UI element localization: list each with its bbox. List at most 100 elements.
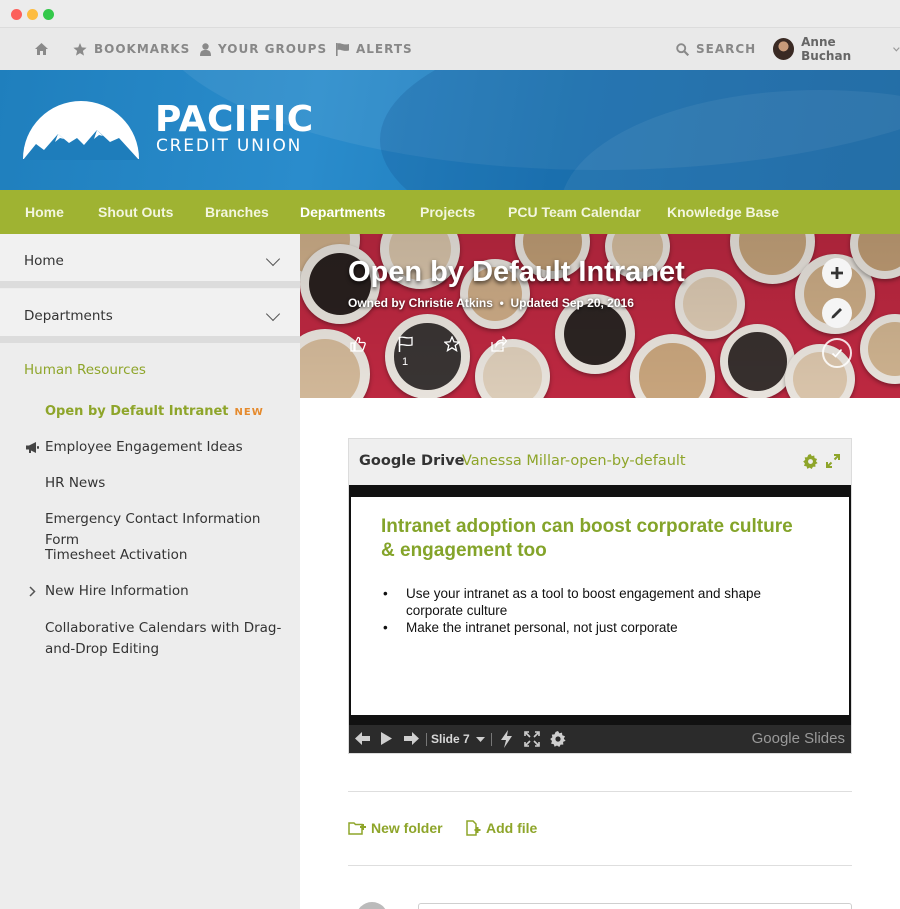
flag-icon [336,42,349,56]
home-icon [35,43,48,55]
sidebar-item-label: Open by Default Intranet [45,404,229,419]
share-icon[interactable] [491,336,507,352]
nav-projects[interactable]: Projects [420,190,475,234]
slide-canvas: Intranet adoption can boost corporate cu… [351,497,849,715]
page-title: Open by Default Intranet [348,256,685,288]
your-groups-link[interactable]: YOUR GROUPS [200,28,327,70]
close-window-button[interactable] [11,9,22,20]
add-button[interactable] [822,258,852,288]
flag-icon[interactable] [398,336,413,352]
expand-icon[interactable] [826,454,840,468]
sidebar-departments-label: Departments [24,308,113,324]
avatar [356,902,388,909]
main-navigation: Home Shout Outs Branches Departments Pro… [0,190,900,234]
your-groups-label: YOUR GROUPS [218,42,328,56]
chevron-down-icon [893,46,900,52]
page-owner: Owned by Christie Atkins [348,296,493,310]
google-drive-header: Google Drive Vanessa Millar-open-by-defa… [349,439,851,485]
nav-branches[interactable]: Branches [205,190,269,234]
sidebar: Home Departments Human Resources Open by… [0,234,300,909]
maximize-window-button[interactable] [43,9,54,20]
google-drive-widget: Google Drive Vanessa Millar-open-by-defa… [348,438,852,754]
alerts-link[interactable]: ALERTS [336,28,413,70]
gear-icon[interactable] [803,454,818,469]
sidebar-item-timesheet-activation[interactable]: Timesheet Activation [45,545,290,566]
google-slides-logo[interactable]: Google Slides [752,730,845,747]
file-plus-icon [466,820,481,836]
sidebar-accordion-home[interactable]: Home [0,234,300,288]
new-folder-label: New folder [371,820,443,836]
nav-pcu-team-calendar[interactable]: PCU Team Calendar [508,190,641,234]
star-icon[interactable] [444,336,460,352]
minimize-window-button[interactable] [27,9,38,20]
slide-bullet-list: Use your intranet as a tool to boost eng… [381,585,801,636]
sidebar-accordion-departments[interactable]: Departments [0,289,300,343]
laser-pointer-icon[interactable] [498,730,515,748]
avatar [773,38,795,60]
nav-departments[interactable]: Departments [300,190,386,234]
folder-plus-icon [348,822,366,835]
chevron-down-icon[interactable] [265,251,281,267]
google-drive-folder-link[interactable]: Vanessa Millar-open-by-default [462,453,686,469]
sidebar-home-label: Home [24,253,64,269]
sidebar-item-employee-engagement-ideas[interactable]: Employee Engagement Ideas [45,437,290,458]
page-meta: Owned by Christie Atkins • Updated Sep 2… [348,296,634,310]
comment-input[interactable] [418,903,852,909]
user-icon [200,42,211,56]
utility-bar: BOOKMARKS YOUR GROUPS ALERTS SEARCH Anne… [0,28,900,70]
megaphone-icon [26,442,39,453]
nav-home[interactable]: Home [25,190,64,234]
flag-count: 1 [402,356,409,368]
chevron-down-icon[interactable] [265,306,281,322]
mark-complete-button[interactable] [822,338,852,368]
home-button[interactable] [35,28,48,70]
add-file-label: Add file [486,820,538,836]
slide-viewer[interactable]: Intranet adoption can boost corporate cu… [349,485,851,753]
bookmarks-link[interactable]: BOOKMARKS [73,28,190,70]
sidebar-item-collaborative-calendars[interactable]: Collaborative Calendars with Drag-and-Dr… [45,618,290,660]
pacific-logo-icon[interactable] [22,98,140,162]
fullscreen-icon[interactable] [524,731,540,747]
new-badge: NEW [234,407,264,418]
slide-number-select[interactable]: Slide 7 [431,732,470,746]
pencil-icon [831,308,842,319]
settings-icon[interactable] [550,731,566,747]
alerts-label: ALERTS [356,42,413,56]
slide-heading: Intranet adoption can boost corporate cu… [381,516,793,561]
search-icon [676,42,689,56]
search-label: SEARCH [696,42,757,56]
brand-subtitle: CREDIT UNION [156,136,303,156]
next-slide-icon[interactable] [403,731,419,746]
like-icon[interactable] [350,336,366,352]
user-menu[interactable]: Anne Buchan [773,28,900,70]
bookmarks-label: BOOKMARKS [94,42,191,56]
slide-bullet: Use your intranet as a tool to boost eng… [381,585,801,619]
sidebar-section-human-resources[interactable]: Human Resources [24,362,146,378]
search-button[interactable]: SEARCH [676,28,756,70]
previous-slide-icon[interactable] [355,731,371,746]
google-drive-title: Google Drive [359,453,465,469]
slide-bullet: Make the intranet personal, not just cor… [381,619,801,636]
plus-icon [831,267,843,279]
site-banner [0,70,900,190]
chevron-right-icon[interactable] [29,586,36,597]
user-name: Anne Buchan [801,35,852,63]
new-folder-button[interactable]: New folder [348,820,443,836]
chevron-down-icon[interactable] [476,737,485,742]
edit-button[interactable] [822,298,852,328]
window-titlebar [0,0,900,28]
add-file-button[interactable]: Add file [465,820,537,836]
sidebar-item-new-hire-information[interactable]: New Hire Information [45,581,290,602]
brand-name: PACIFIC [155,99,314,140]
divider [348,865,852,866]
divider [348,791,852,792]
sidebar-item-hr-news[interactable]: HR News [45,473,290,494]
nav-shout-outs[interactable]: Shout Outs [98,190,173,234]
star-icon [73,42,87,56]
page-updated: Updated Sep 20, 2016 [510,296,634,310]
sidebar-item-open-by-default-intranet[interactable]: Open by Default Intranet NEW [45,401,290,423]
nav-knowledge-base[interactable]: Knowledge Base [667,190,779,234]
page-hero: Open by Default Intranet Owned by Christ… [300,234,900,398]
play-icon[interactable] [380,731,393,746]
slide-controls: Slide 7 Google Slides [349,725,851,753]
